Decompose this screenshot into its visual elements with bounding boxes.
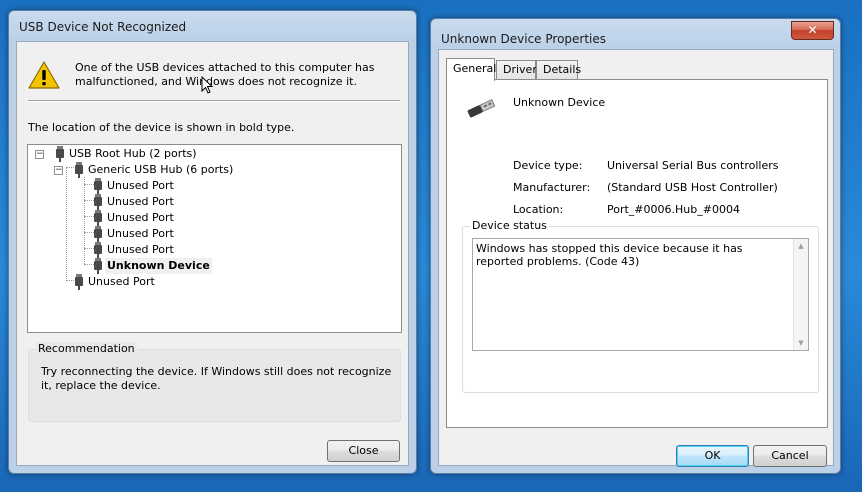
device-properties-dialog: Unknown Device Properties ✕ General Driv… [430, 18, 841, 474]
tab-details[interactable]: Details [536, 60, 581, 80]
vertical-scrollbar[interactable]: ▲ ▼ [793, 239, 808, 350]
device-status-text: Windows has stopped this device because … [476, 242, 743, 268]
tree-node-label: Unused Port [107, 227, 174, 240]
recommendation-text: Try reconnecting the device. If Windows … [41, 365, 392, 392]
usb-connector-icon [467, 99, 496, 118]
recommendation-label: Recommendation [36, 342, 137, 355]
device-type-value: Universal Serial Bus controllers [607, 159, 779, 172]
scroll-down-icon[interactable]: ▼ [794, 336, 808, 350]
dialog-body: One of the USB devices attached to this … [16, 41, 409, 466]
title-bar[interactable]: Unknown Device Properties ✕ [431, 19, 840, 49]
usb-connector-icon [94, 194, 102, 210]
tab-driver[interactable]: Driver [496, 60, 537, 80]
dialog-body: General Driver Details Unknown Device De… [438, 49, 834, 467]
cancel-button[interactable]: Cancel [753, 445, 827, 467]
location-label: Location: [513, 203, 564, 216]
ok-button[interactable]: OK [676, 445, 749, 467]
tree-node-label: Unused Port [107, 179, 174, 192]
recommendation-group: Recommendation Try reconnecting the devi… [28, 342, 401, 422]
manufacturer-value: (Standard USB Host Controller) [607, 181, 778, 194]
usb-connector-icon [75, 162, 83, 178]
title-bar[interactable]: USB Device Not Recognized [9, 11, 416, 41]
tree-node-label: Unknown Device [105, 258, 212, 274]
desktop: { "dialog1": { "title": "USB Device Not … [0, 0, 862, 492]
window-title: Unknown Device Properties [441, 32, 607, 46]
location-hint: The location of the device is shown in b… [28, 121, 295, 134]
tree-node-label: Unused Port [88, 275, 155, 288]
tree-line [66, 167, 67, 281]
usb-connector-icon [94, 242, 102, 258]
device-status-label: Device status [470, 219, 549, 232]
tree-line [84, 177, 85, 264]
tab-general[interactable]: General [446, 58, 496, 81]
usb-connector-icon [75, 274, 83, 290]
location-value: Port_#0006.Hub_#0004 [607, 203, 740, 216]
device-name: Unknown Device [513, 96, 606, 109]
usb-connector-icon [94, 178, 102, 194]
scroll-up-icon[interactable]: ▲ [794, 239, 808, 253]
tree-node-label: Generic USB Hub (6 ports) [88, 163, 234, 176]
usb-connector-icon [94, 226, 102, 242]
general-tab-panel: Unknown Device Device type: Universal Se… [446, 79, 828, 428]
close-button[interactable]: Close [327, 440, 400, 462]
device-type-label: Device type: [513, 159, 583, 172]
tree-node-label: Unused Port [107, 243, 174, 256]
usb-connector-icon [94, 210, 102, 226]
usb-connector-icon [56, 146, 64, 162]
device-status-group: Device status Windows has stopped this d… [462, 219, 819, 393]
collapse-toggle[interactable]: − [54, 166, 63, 175]
usb-connector-icon [94, 258, 102, 274]
usb-not-recognized-dialog: USB Device Not Recognized One of the USB… [8, 10, 417, 474]
window-title: USB Device Not Recognized [19, 20, 187, 34]
tree-node-label: USB Root Hub (2 ports) [69, 147, 197, 160]
device-tree[interactable]: − − USB Root Hub (2 ports) Generic USB H… [27, 144, 402, 333]
separator [28, 100, 400, 102]
collapse-toggle[interactable]: − [35, 150, 44, 159]
close-icon[interactable]: ✕ [791, 21, 834, 40]
device-status-textbox[interactable]: Windows has stopped this device because … [472, 238, 809, 351]
manufacturer-label: Manufacturer: [513, 181, 591, 194]
mouse-cursor-icon [201, 76, 213, 94]
warning-icon [28, 61, 60, 89]
error-message: One of the USB devices attached to this … [75, 61, 375, 88]
tree-node-label: Unused Port [107, 195, 174, 208]
tree-node-label: Unused Port [107, 211, 174, 224]
